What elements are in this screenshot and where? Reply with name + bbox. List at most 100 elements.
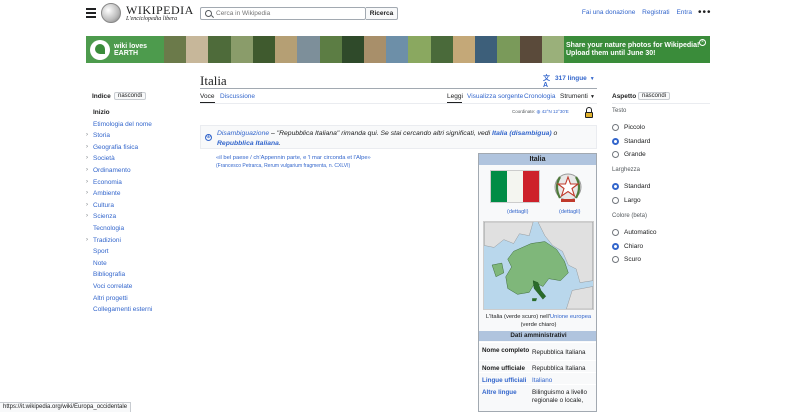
page-title: Italia xyxy=(200,73,227,88)
unione-europea-link[interactable]: Unione europea xyxy=(550,314,591,320)
toc-item-label: Geografia fisica xyxy=(93,143,139,151)
toc-item[interactable]: › Ordinamento xyxy=(86,165,186,177)
chevron-right-icon[interactable]: › xyxy=(86,235,88,247)
toc-item[interactable]: Collegamenti esterni xyxy=(86,304,186,316)
chevron-right-icon[interactable]: › xyxy=(86,142,88,154)
text-size-option-label: Piccolo xyxy=(624,124,645,131)
chevron-down-icon[interactable]: ▼ xyxy=(590,94,595,100)
chevron-right-icon[interactable]: › xyxy=(86,130,88,142)
flag-details-link[interactable]: (dettagli) xyxy=(507,209,528,215)
italia-disambigua-link[interactable]: Italia (disambigua) xyxy=(492,130,552,137)
radio-button[interactable] xyxy=(612,242,619,250)
more-options-icon[interactable]: ••• xyxy=(698,7,712,18)
toc-item[interactable]: › Ambiente xyxy=(86,188,186,200)
banner-photo xyxy=(319,36,342,63)
disambiguation-link[interactable]: Disambiguazione xyxy=(217,130,269,137)
search-button[interactable]: Ricerca xyxy=(366,7,398,20)
map-caption-text: L'Italia (verde scuro) nell' xyxy=(485,314,550,320)
banner-photo xyxy=(230,36,253,63)
search-input[interactable] xyxy=(216,10,356,17)
quote-text[interactable]: «il bel paese / ch'Appennin parte, e 'l … xyxy=(216,154,486,162)
toc-item[interactable]: Altri progetti xyxy=(86,293,186,305)
appearance-hide-button[interactable]: nascondi xyxy=(638,92,671,100)
color-option[interactable]: Chiaro xyxy=(612,242,643,250)
radio-button[interactable] xyxy=(612,124,619,131)
toc-item[interactable]: › Cultura xyxy=(86,200,186,212)
toc-item[interactable]: › Tradizioni xyxy=(86,235,186,247)
register-link[interactable]: Registrati xyxy=(642,9,669,16)
toc-item[interactable]: › Economia xyxy=(86,177,186,189)
width-label: Larghezza xyxy=(612,167,641,173)
banner-photo xyxy=(452,36,476,63)
main-menu-icon[interactable] xyxy=(86,8,96,18)
chevron-right-icon[interactable]: › xyxy=(86,211,88,223)
toc-item[interactable]: Voci correlate xyxy=(86,281,186,293)
toc-item[interactable]: Note xyxy=(86,258,186,270)
radio-button[interactable] xyxy=(612,196,619,204)
radio-button[interactable] xyxy=(612,151,619,158)
toc-item[interactable]: › Società xyxy=(86,153,186,165)
chevron-right-icon[interactable]: › xyxy=(86,200,88,212)
campaign-banner[interactable]: wiki loves EARTH Share your nature photo… xyxy=(86,36,710,63)
flag-stripe xyxy=(523,171,539,202)
banner-photo xyxy=(497,36,520,63)
coordinates-link[interactable]: 42°N 12°30′E xyxy=(542,109,569,114)
toc-item-label: Ordinamento xyxy=(93,166,131,174)
toc-item[interactable]: Tecnologia xyxy=(86,223,186,235)
europe-locator-map[interactable] xyxy=(483,221,594,310)
close-icon[interactable]: × xyxy=(699,39,706,46)
donate-link[interactable]: Fai una donazione xyxy=(582,9,636,16)
toc-item[interactable]: › Storia xyxy=(86,130,186,142)
infobox-row-value: Repubblica Italiana xyxy=(532,349,586,356)
color-option[interactable]: Scuro xyxy=(612,256,641,263)
toc-item[interactable]: Etimologia del nome xyxy=(86,119,186,131)
tab-strumenti[interactable]: Strumenti xyxy=(560,93,588,100)
wiki-loves-earth-logo: wiki loves EARTH xyxy=(86,36,164,63)
toc-item-label: Ambiente xyxy=(93,190,121,198)
coordinates-label: Coordinate: xyxy=(512,109,536,114)
toc-hide-button[interactable]: nascondi xyxy=(114,92,147,100)
banner-photo xyxy=(519,36,542,63)
chevron-right-icon[interactable]: › xyxy=(86,188,88,200)
chevron-right-icon[interactable]: › xyxy=(86,165,88,177)
width-option[interactable]: Standard xyxy=(612,183,650,190)
emblem-details-link[interactable]: (dettagli) xyxy=(559,209,580,215)
banner-photo xyxy=(275,36,298,63)
tab-discussione[interactable]: Discussione xyxy=(220,93,255,100)
tab-leggi[interactable]: Leggi xyxy=(447,93,463,100)
chevron-right-icon[interactable]: › xyxy=(86,177,88,189)
infobox-row-key: Altre lingue xyxy=(482,389,517,396)
wikipedia-logo[interactable]: WIKIPEDIA L'enciclopedia libera xyxy=(101,3,194,23)
tab-visualizza-sorgente[interactable]: Visualizza sorgente xyxy=(467,93,523,100)
banner-photo xyxy=(541,36,564,63)
tab-voce[interactable]: Voce xyxy=(200,93,214,100)
chevron-down-icon: ▼ xyxy=(589,75,595,82)
radio-button[interactable] xyxy=(612,183,619,190)
quote-source[interactable]: (Francesco Petrarca, Rerum vulgarium fra… xyxy=(216,162,486,170)
search-box[interactable] xyxy=(200,7,366,20)
toc-item[interactable]: Sport xyxy=(86,246,186,258)
login-link[interactable]: Entra xyxy=(676,9,692,16)
toc-item[interactable]: › Geografia fisica xyxy=(86,142,186,154)
text-size-option[interactable]: Piccolo xyxy=(612,124,645,131)
width-option[interactable]: Largo xyxy=(612,196,641,204)
lock-icon[interactable] xyxy=(585,107,593,118)
flag-stripe xyxy=(491,171,507,202)
toc-item[interactable]: › Scienza xyxy=(86,211,186,223)
chevron-right-icon[interactable]: › xyxy=(86,153,88,165)
tab-cronologia[interactable]: Cronologia xyxy=(524,93,555,100)
toc-item[interactable]: Inizio xyxy=(86,107,186,119)
radio-button[interactable] xyxy=(612,229,619,236)
radio-button[interactable] xyxy=(612,256,619,263)
color-option[interactable]: Automatico xyxy=(612,229,657,236)
emblem-of-italy[interactable] xyxy=(550,169,586,205)
repubblica-italiana-link[interactable]: Repubblica Italiana xyxy=(217,140,279,147)
flag-of-italy[interactable] xyxy=(490,170,540,203)
language-button[interactable]: 文A 317 lingue ▼ xyxy=(543,75,595,89)
text-size-option[interactable]: Standard xyxy=(612,137,650,145)
epigraph-quote: «il bel paese / ch'Appennin parte, e 'l … xyxy=(216,154,486,170)
toc-item[interactable]: Bibliografia xyxy=(86,269,186,281)
radio-button[interactable] xyxy=(612,137,619,145)
toc-title: Indice xyxy=(92,93,111,100)
text-size-option[interactable]: Grande xyxy=(612,151,646,158)
